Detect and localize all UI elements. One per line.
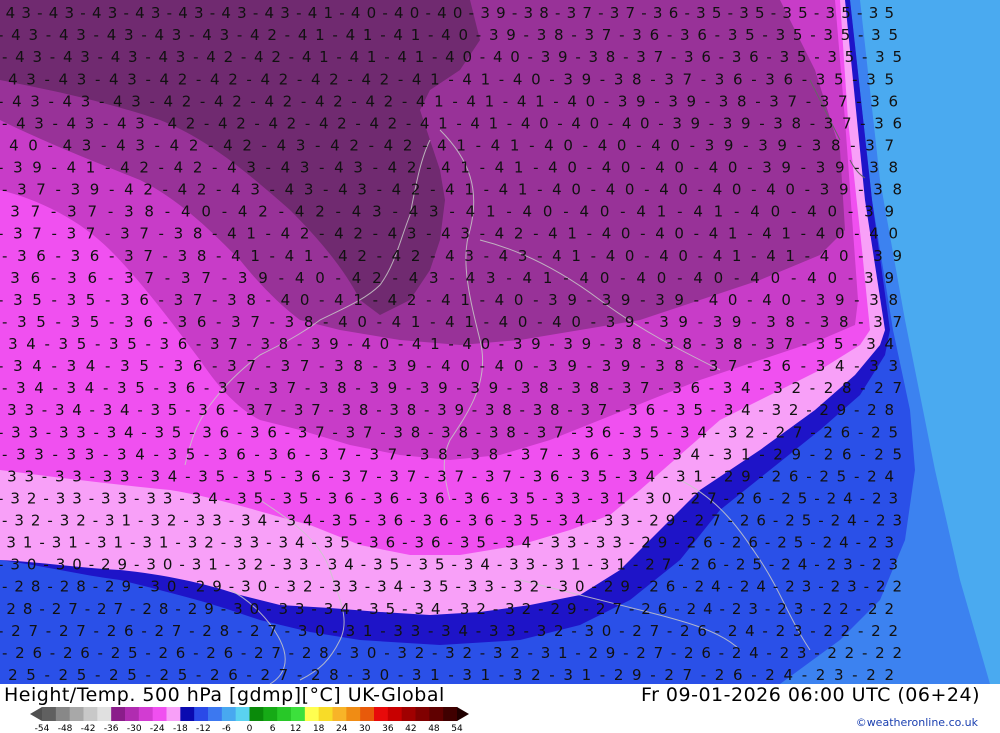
scale-swatch xyxy=(360,707,375,721)
scale-swatch xyxy=(111,707,126,721)
scale-swatch xyxy=(152,707,167,721)
credit-link[interactable]: ©weatheronline.co.uk xyxy=(856,716,978,729)
scale-tick-label: -54 xyxy=(35,724,50,733)
scale-swatch xyxy=(125,707,140,721)
scale-swatch xyxy=(97,707,112,721)
scale-tick-label: -6 xyxy=(222,724,231,733)
scale-swatch xyxy=(374,707,389,721)
scale-tick-label: -42 xyxy=(81,724,96,733)
contour-label-row: -26-26-25-26-26-27-28-30-32-32-32-31-29-… xyxy=(2,644,902,662)
scale-swatch xyxy=(180,707,195,721)
scale-swatch xyxy=(208,707,223,721)
scale-tick-label: 36 xyxy=(382,724,394,733)
scale-tick-label: -48 xyxy=(58,724,73,733)
scale-swatch xyxy=(332,707,347,721)
scale-swatch xyxy=(194,707,209,721)
footer: Height/Temp. 500 hPa [gdmp][°C] UK-Globa… xyxy=(0,684,1000,733)
weather-map: -43-43-43-43-43-43-43-41-40-40-40-39-38-… xyxy=(0,0,1000,684)
contour-label-row: -43-43-43-43-42-42-41-41-41-40-40-39-38-… xyxy=(2,48,902,66)
scale-tick-label: 6 xyxy=(270,724,276,733)
scale-swatch xyxy=(387,707,403,721)
scale-tick-label: 12 xyxy=(290,724,301,733)
scale-swatch xyxy=(346,707,361,721)
scale-tick-label: -18 xyxy=(173,724,188,733)
scale-swatch xyxy=(249,707,264,721)
scale-swatch xyxy=(429,707,444,721)
scale-tick-label: -36 xyxy=(104,724,119,733)
color-scale: -54 -48 -42 -36 -30 -24 -18 -12 -6 0 6 12 18 24 30 36 42… xyxy=(30,707,469,733)
scale-swatch xyxy=(443,707,458,721)
valid-time: Fr 09-01-2026 06:00 UTC (06+24) xyxy=(641,684,980,706)
scale-swatch xyxy=(221,707,237,721)
scale-tick-label: 24 xyxy=(336,724,348,733)
scale-tick-label: -24 xyxy=(150,724,165,733)
scale-swatch xyxy=(83,707,98,721)
scale-tick-label: 30 xyxy=(359,724,371,733)
map-title: Height/Temp. 500 hPa [gdmp][°C] UK-Globa… xyxy=(4,684,445,706)
scale-swatch xyxy=(138,707,154,721)
scale-tick-label: 18 xyxy=(313,724,325,733)
scale-swatch xyxy=(263,707,278,721)
map-canvas: -43-43-43-43-43-43-43-41-40-40-40-39-38-… xyxy=(0,0,1000,684)
scale-tick-label: -12 xyxy=(196,724,211,733)
scale-tick-label: 42 xyxy=(405,724,416,733)
scale-swatch xyxy=(318,707,333,721)
scale-arrow-left xyxy=(30,707,42,721)
scale-swatch xyxy=(55,707,71,721)
scale-swatch xyxy=(415,707,430,721)
scale-tick-label: 48 xyxy=(428,724,440,733)
scale-tick-label: -30 xyxy=(127,724,142,733)
scale-swatch xyxy=(304,707,320,721)
scale-swatch xyxy=(235,707,250,721)
scale-swatch xyxy=(166,707,181,721)
scale-swatch xyxy=(69,707,84,721)
scale-tick-label: 0 xyxy=(247,724,253,733)
scale-swatch xyxy=(42,707,57,721)
scale-tick-label: 54 xyxy=(451,724,463,733)
scale-swatch xyxy=(277,707,292,721)
scale-arrow-right xyxy=(457,707,469,721)
scale-swatch xyxy=(401,707,416,721)
scale-swatch xyxy=(291,707,306,721)
